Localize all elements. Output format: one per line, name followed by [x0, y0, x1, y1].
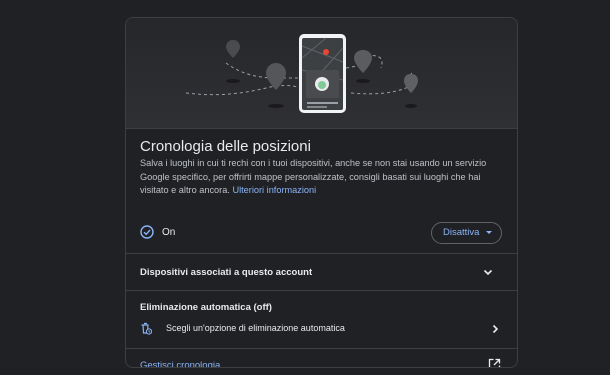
card-description: Salva i luoghi in cui ti rechi con i tuo…	[140, 157, 508, 198]
divider	[126, 290, 517, 291]
disable-dropdown-label: Disattiva	[443, 227, 480, 238]
divider	[126, 348, 517, 349]
status-label: On	[162, 227, 176, 238]
chevron-down-icon[interactable]	[482, 266, 494, 278]
card-title: Cronologia delle posizioni	[140, 138, 311, 155]
manage-history-link[interactable]: Gestisci cronologia	[140, 360, 220, 367]
learn-more-link[interactable]: Ulteriori informazioni	[232, 185, 316, 195]
auto-delete-icon	[141, 322, 152, 335]
devices-row-label[interactable]: Dispositivi associati a questo account	[140, 267, 312, 278]
status-row: On Disattiva	[140, 222, 502, 244]
auto-delete-label: Eliminazione automatica (off)	[140, 302, 272, 313]
check-circle-icon	[140, 225, 154, 239]
open-in-new-icon[interactable]	[488, 358, 501, 368]
auto-delete-option-row[interactable]: Scegli un'opzione di eliminazione automa…	[140, 321, 502, 337]
location-history-card: Cronologia delle posizioni Salva i luogh…	[125, 17, 518, 368]
chevron-right-icon[interactable]	[489, 323, 501, 335]
auto-delete-option-label: Scegli un'opzione di eliminazione automa…	[166, 323, 345, 333]
divider	[126, 253, 517, 254]
dropdown-caret-icon	[486, 231, 492, 234]
disable-dropdown-button[interactable]: Disattiva	[431, 222, 502, 244]
location-history-illustration	[126, 18, 517, 128]
map-phone-illustration	[185, 34, 418, 113]
divider	[126, 128, 517, 129]
